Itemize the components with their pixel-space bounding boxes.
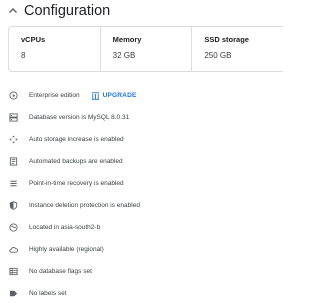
label-icon — [8, 288, 18, 298]
cloud-icon — [8, 244, 18, 254]
list-item: No labels set — [0, 282, 283, 304]
stat-value: 32 GB — [112, 51, 136, 60]
upgrade-icon — [91, 91, 100, 100]
flags-list-icon — [8, 266, 18, 276]
list-item-text: Point-in-time recovery is enabled — [29, 179, 124, 187]
stat-label: vCPUs — [21, 35, 46, 44]
list-item: Located in asia-south2-b — [0, 216, 283, 238]
stat-label: Memory — [112, 35, 142, 44]
list-item-text: No database flags set — [29, 267, 92, 275]
configuration-header[interactable]: Configuration — [8, 2, 110, 20]
list-item: Point-in-time recovery is enabled — [0, 172, 283, 194]
list-item-text: Auto storage increase is enabled — [29, 135, 124, 143]
list-item-text: No labels set — [29, 289, 67, 297]
list-item-text: Database version is MySQL 8.0.31 — [29, 113, 130, 121]
stat-value: 8 — [21, 51, 26, 60]
expand-arrows-icon — [8, 134, 18, 144]
stat-memory: Memory 32 GB — [99, 27, 192, 71]
stat-value: 250 GB — [204, 51, 232, 60]
machine-stats-card: vCPUs 8 Memory 32 GB SSD storage 250 GB — [8, 26, 283, 72]
upgrade-label: UPGRADE — [102, 91, 137, 99]
list-item-text: Automated backups are enabled — [29, 157, 123, 165]
list-item: Instance deletion protection is enabled — [0, 194, 283, 216]
stat-label: SSD storage — [204, 35, 249, 44]
list-item-text: Highly available (regional) — [29, 245, 104, 253]
page-title: Configuration — [24, 3, 111, 19]
stat-ssd-storage: SSD storage 250 GB — [191, 27, 283, 71]
list-item: Enterprise edition UPGRADE — [0, 84, 283, 106]
list-item: Database version is MySQL 8.0.31 — [0, 106, 283, 128]
database-icon — [8, 112, 18, 122]
backup-icon — [8, 156, 18, 166]
list-item: Highly available (regional) — [0, 238, 283, 260]
list-item-text: Enterprise edition — [29, 91, 80, 99]
recovery-icon — [8, 178, 18, 188]
shield-icon — [8, 200, 18, 210]
list-item-text: Instance deletion protection is enabled — [29, 201, 140, 209]
stat-vcpus: vCPUs 8 — [9, 27, 100, 71]
globe-icon — [8, 90, 18, 100]
configuration-list: Enterprise edition UPGRADE Database vers… — [0, 84, 283, 304]
upgrade-button[interactable]: UPGRADE — [91, 91, 137, 100]
list-item: No database flags set — [0, 260, 283, 282]
chevron-up-icon[interactable] — [8, 6, 18, 16]
list-item-text: Located in asia-south2-b — [29, 223, 101, 231]
list-item: Auto storage increase is enabled — [0, 128, 283, 150]
location-globe-icon — [8, 222, 18, 232]
list-item: Automated backups are enabled — [0, 150, 283, 172]
